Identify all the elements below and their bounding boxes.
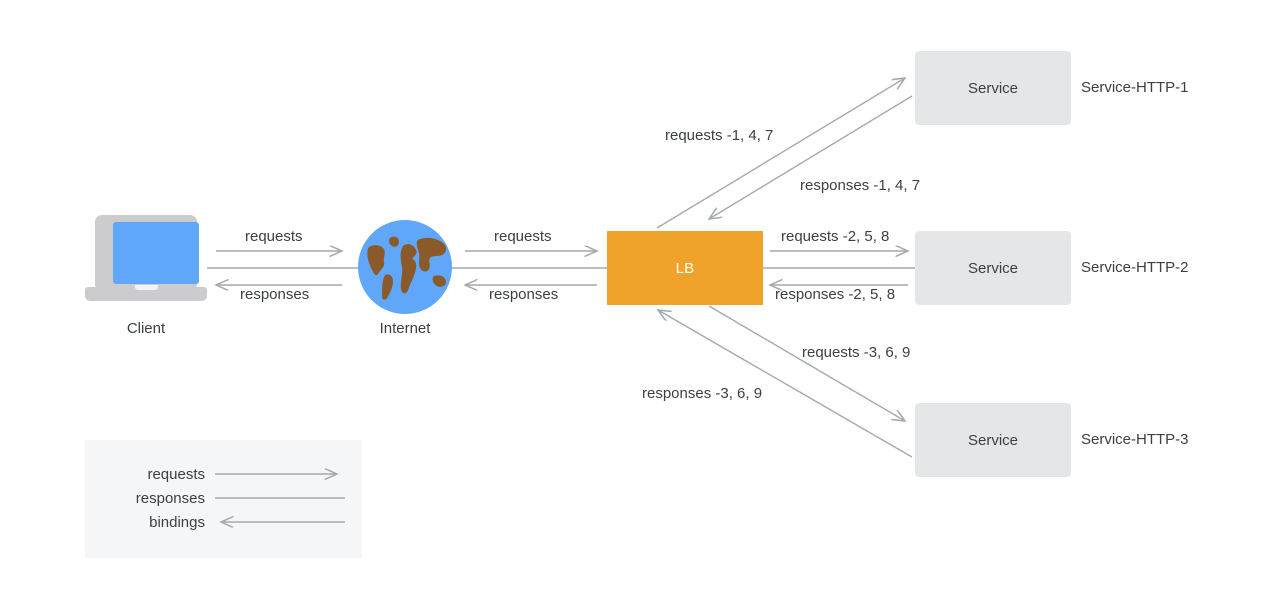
service-3-label: Service [967, 431, 1019, 449]
edge-label-internet-requests: requests [494, 228, 552, 245]
legend-label-bindings: bindings [149, 513, 205, 531]
edge-label-service2-requests: requests -2, 5, 8 [781, 228, 890, 245]
service-2-label: Service [967, 259, 1019, 277]
legend-item-requests: requests [85, 464, 345, 484]
legend: requests responses bindings [85, 440, 362, 558]
node-internet [358, 220, 452, 314]
service-3-tag: Service-HTTP-3 [1081, 431, 1189, 448]
edge-label-service1-responses: responses -1, 4, 7 [800, 177, 921, 194]
node-service-3[interactable]: Service [915, 403, 1071, 477]
edge-label-internet-responses: responses [489, 286, 559, 303]
legend-arrow-right-icon [215, 467, 345, 481]
node-load-balancer[interactable]: LB [607, 231, 763, 305]
load-balancer-label: LB [675, 259, 695, 277]
laptop-lid-icon [95, 215, 199, 287]
edge-label-service3-requests: requests -3, 6, 9 [802, 344, 911, 361]
edge-label-service1-requests: requests -1, 4, 7 [665, 127, 774, 144]
globe-continents-icon [367, 236, 447, 300]
node-service-1[interactable]: Service [915, 51, 1071, 125]
edge-service3-responses [658, 310, 913, 458]
edge-label-service3-responses: responses -3, 6, 9 [642, 385, 763, 402]
service-1-label: Service [967, 79, 1019, 97]
edge-label-client-requests: requests [245, 228, 303, 245]
laptop-icon [85, 215, 207, 303]
legend-label-requests: requests [147, 465, 205, 483]
legend-item-responses: responses [85, 488, 345, 508]
edge-label-client-responses: responses [240, 286, 310, 303]
legend-item-bindings: bindings [85, 512, 345, 532]
service-1-tag: Service-HTTP-1 [1081, 79, 1189, 96]
node-service-2[interactable]: Service [915, 231, 1071, 305]
laptop-notch-icon [135, 285, 158, 290]
laptop-screen-icon [113, 222, 199, 284]
edge-service3-requests [708, 305, 905, 421]
node-client-caption: Client [126, 320, 166, 337]
node-client [85, 215, 207, 303]
legend-label-responses: responses [135, 489, 205, 507]
legend-plain-line-icon [215, 491, 345, 505]
diagram-canvas: Client Internet LB Service Service-HTTP-… [0, 0, 1281, 608]
edge-service1-responses [709, 95, 913, 219]
service-2-tag: Service-HTTP-2 [1081, 259, 1189, 276]
legend-arrow-left-icon [215, 515, 345, 529]
edge-service1-requests [656, 78, 905, 229]
edge-label-service2-responses: responses -2, 5, 8 [775, 286, 896, 303]
node-internet-caption: Internet [379, 320, 431, 337]
globe-icon [358, 220, 452, 314]
